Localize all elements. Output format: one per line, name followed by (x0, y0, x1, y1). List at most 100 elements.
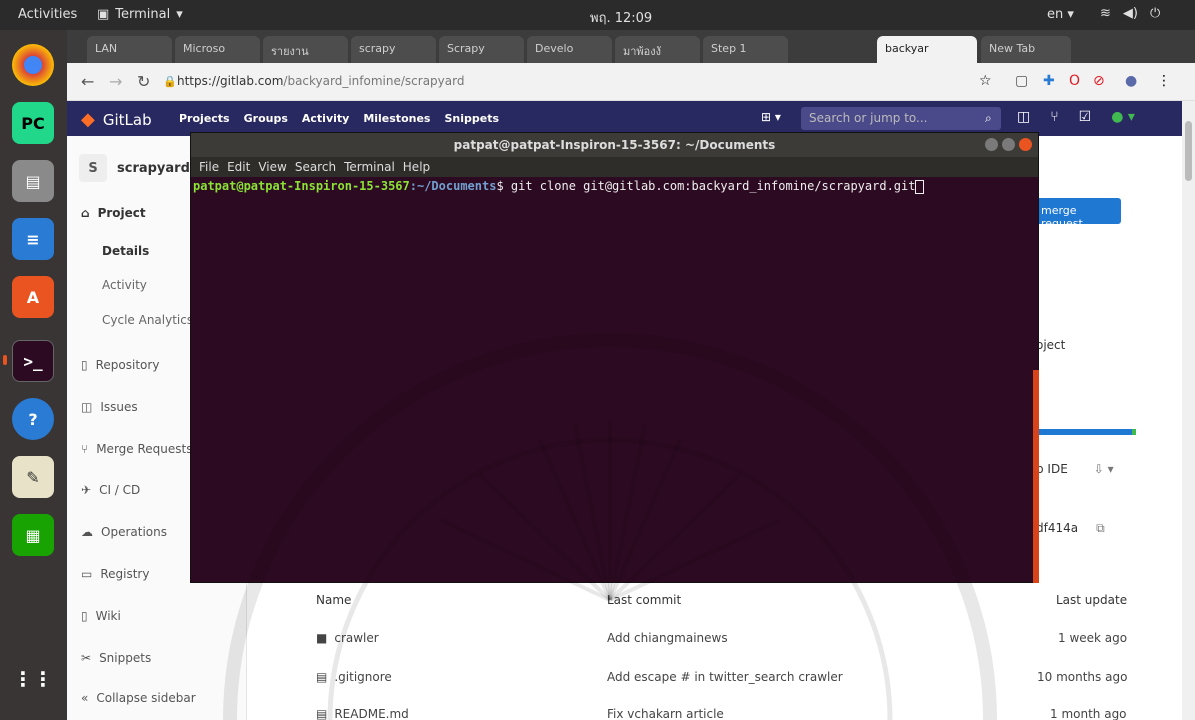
scissors-icon: ✂ (81, 651, 92, 665)
create-merge-request-button[interactable]: merge request (1035, 198, 1121, 230)
sidebar-item-details[interactable]: Details (102, 244, 149, 258)
nav-groups[interactable]: Groups (244, 112, 288, 125)
issues-icon[interactable]: ◫ (1017, 109, 1030, 125)
gitlab-logo[interactable]: ◆ GitLab (81, 109, 152, 130)
forward-icon[interactable]: → (109, 72, 122, 91)
table-row[interactable]: ▤ README.md (316, 707, 409, 720)
minimize-icon[interactable] (985, 138, 998, 151)
menu-icon[interactable]: ⋮ (1157, 73, 1171, 89)
sidebar-item-operations[interactable]: ☁ Operations (81, 525, 167, 539)
download-icon[interactable]: ⇩ ▾ (1094, 462, 1114, 476)
web-ide-button[interactable]: b IDE ⇩ ▾ (1036, 462, 1114, 476)
browser-tab[interactable]: LAN (87, 36, 172, 63)
menu-view[interactable]: View (258, 160, 286, 174)
sidebar-item-activity[interactable]: Activity (102, 278, 147, 292)
show-apps-icon[interactable]: ⋮⋮ (12, 658, 54, 700)
browser-tab[interactable]: Develo (527, 36, 612, 63)
software-center-icon[interactable]: A (12, 276, 54, 318)
browser-tab-active[interactable]: backyar (877, 36, 977, 63)
search-input[interactable]: Search or jump to... (801, 107, 1001, 130)
sidebar-item-repository[interactable]: ▯ Repository (81, 358, 159, 372)
page-scrollbar[interactable] (1182, 101, 1195, 720)
chrome-icon[interactable] (12, 44, 54, 86)
window-controls (985, 138, 1032, 151)
sidebar-item-snippets[interactable]: ✂ Snippets (81, 651, 151, 665)
terminal-titlebar[interactable]: patpat@patpat-Inspiron-15-3567: ~/Docume… (191, 133, 1038, 157)
menu-help[interactable]: Help (403, 160, 430, 174)
sidebar-item-cycle-analytics[interactable]: Cycle Analytics (102, 313, 193, 327)
user-avatar-icon[interactable]: ● ▾ (1111, 109, 1135, 125)
power-icon: ⏻ (1149, 6, 1161, 21)
language-indicator[interactable]: en ▾ (1047, 7, 1074, 22)
sidebar-item-merge-requests[interactable]: ⑂ Merge Requests (81, 442, 192, 456)
browser-tab[interactable]: มาพ้องงั (615, 36, 700, 63)
writer-icon[interactable]: ≡ (12, 218, 54, 260)
terminal-output[interactable]: patpat@patpat-Inspiron-15-3567:~/Documen… (191, 177, 1038, 196)
extension-icon[interactable]: ⊘ (1093, 73, 1105, 89)
maximize-icon[interactable] (1002, 138, 1015, 151)
calc-icon[interactable]: ▦ (12, 514, 54, 556)
nav-projects[interactable]: Projects (179, 112, 230, 125)
clock[interactable]: พฤ. 12:09 (590, 7, 652, 28)
merge-requests-icon[interactable]: ⑂ (1050, 109, 1058, 125)
plus-icon[interactable]: ⊞ ▾ (761, 110, 781, 124)
opera-icon[interactable]: O (1069, 73, 1080, 89)
back-icon[interactable]: ← (81, 72, 94, 91)
update-date: 1 week ago (1058, 631, 1128, 645)
nav-activity[interactable]: Activity (302, 112, 349, 125)
system-tray[interactable]: ≋ ◀) ⏻ (1100, 6, 1160, 21)
sidebar-item-registry[interactable]: ▭ Registry (81, 567, 149, 581)
browser-tab[interactable]: Scrapy (439, 36, 524, 63)
sidebar-item-wiki[interactable]: ▯ Wiki (81, 609, 121, 623)
browser-tab[interactable]: scrapy (351, 36, 436, 63)
table-row[interactable]: ▤ .gitignore (316, 670, 392, 684)
menu-search[interactable]: Search (295, 160, 336, 174)
collapse-sidebar-button[interactable]: « Collapse sidebar (81, 691, 196, 705)
copy-icon[interactable]: ⧉ (1096, 521, 1105, 535)
gitlab-nav: Projects Groups Activity Milestones Snip… (179, 112, 499, 125)
help-icon[interactable]: ? (12, 398, 54, 440)
browser-tab-strip: LAN Microso รายงาน scrapy Scrapy Develo … (67, 30, 1195, 63)
file-name[interactable]: crawler (334, 631, 378, 645)
language-label: en (1047, 7, 1064, 22)
gitlab-brand: GitLab (102, 110, 152, 129)
browser-tab[interactable]: Microso (175, 36, 260, 63)
browser-tab[interactable]: รายงาน (263, 36, 348, 63)
nav-milestones[interactable]: Milestones (363, 112, 430, 125)
commit-hash[interactable]: df414a ⧉ (1036, 521, 1105, 536)
sidebar-item-ci-cd[interactable]: ✈ CI / CD (81, 483, 140, 497)
terminal-window[interactable]: patpat@patpat-Inspiron-15-3567: ~/Docume… (190, 132, 1039, 583)
extension-icon[interactable]: ✚ (1043, 73, 1055, 89)
star-icon[interactable]: ☆ (979, 73, 992, 89)
file-name[interactable]: README.md (334, 707, 408, 720)
commit-message[interactable]: Add escape # in twitter_search crawler (607, 670, 843, 684)
todos-icon[interactable]: ☑ (1079, 109, 1092, 125)
close-icon[interactable] (1019, 138, 1032, 151)
menu-edit[interactable]: Edit (227, 160, 250, 174)
profile-icon[interactable]: ● (1125, 73, 1137, 89)
browser-tab[interactable]: New Tab (981, 36, 1071, 63)
activities-button[interactable]: Activities (18, 7, 77, 22)
app-menu[interactable]: ▣ Terminal ▾ (97, 7, 183, 22)
search-icon: ⌕ (985, 111, 992, 125)
commit-message[interactable]: Add chiangmainews (607, 631, 728, 645)
project-avatar: S (79, 154, 107, 182)
commit-message[interactable]: Fix vchakarn article (607, 707, 724, 720)
browser-tab[interactable]: Step 1 (703, 36, 788, 63)
sidebar-item-issues[interactable]: ◫ Issues (81, 400, 138, 414)
table-row[interactable]: ■ crawler (316, 631, 379, 645)
files-icon[interactable]: ▤ (12, 160, 54, 202)
menu-terminal[interactable]: Terminal (344, 160, 395, 174)
text-editor-icon[interactable]: ✎ (12, 456, 54, 498)
extension-icon[interactable]: ▢ (1015, 73, 1028, 89)
sidebar-item-project[interactable]: ⌂ Project (81, 206, 146, 220)
url-field[interactable]: https://gitlab.com/backyard_infomine/scr… (177, 74, 464, 88)
nav-snippets[interactable]: Snippets (444, 112, 499, 125)
scrollbar-thumb[interactable] (1185, 121, 1192, 181)
menu-file[interactable]: File (199, 160, 219, 174)
reload-icon[interactable]: ↻ (137, 72, 150, 91)
file-name[interactable]: .gitignore (334, 670, 391, 684)
sidebar-project[interactable]: S scrapyard (79, 154, 190, 182)
pycharm-icon[interactable]: PC (12, 102, 54, 144)
terminal-app-icon[interactable]: >_ (12, 340, 54, 382)
